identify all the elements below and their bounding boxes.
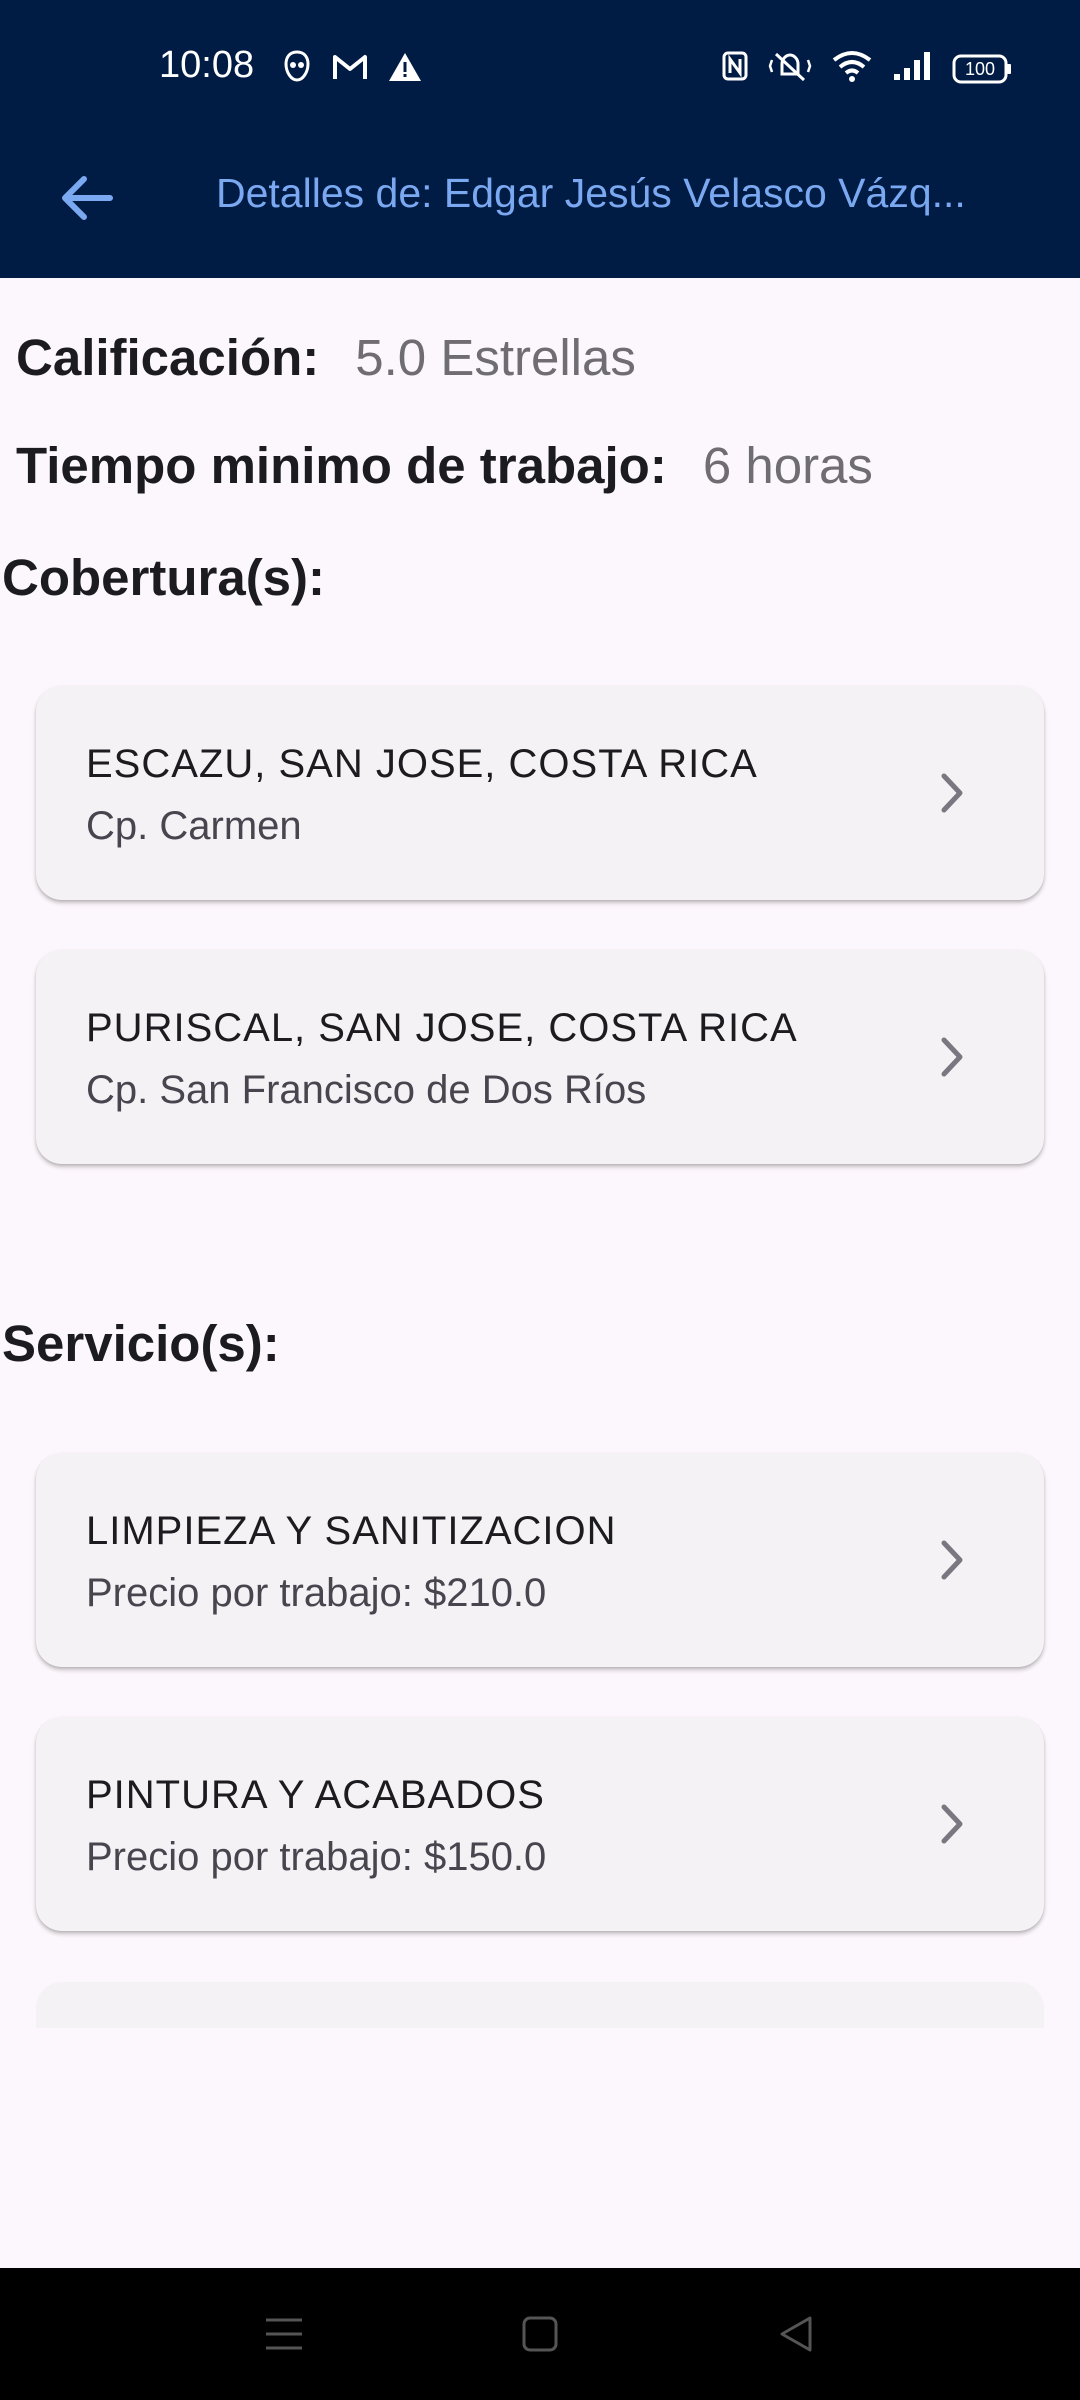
chevron-right-icon	[941, 773, 963, 813]
coverage-card[interactable]: PURISCAL, SAN JOSE, COSTA RICA Cp. San F…	[36, 950, 1044, 1164]
wifi-icon	[832, 50, 872, 87]
rating-label: Calificación:	[16, 329, 320, 386]
coverage-card-subtitle: Cp. Carmen	[86, 804, 302, 848]
service-card-price: Precio por trabajo: $210.0	[86, 1571, 547, 1615]
battery-level: 100	[964, 58, 996, 79]
services-title: Servicio(s):	[2, 1315, 280, 1372]
warning-icon	[388, 52, 422, 87]
page-title: Detalles de: Edgar Jesús Velasco Vázq...	[216, 170, 966, 216]
back-button[interactable]	[46, 158, 126, 238]
chevron-right-icon	[941, 1804, 963, 1844]
min-time-row: Tiempo minimo de trabajo: 6 horas	[16, 436, 873, 495]
back-triangle-icon	[780, 2316, 812, 2352]
recent-apps-button[interactable]	[254, 2304, 314, 2364]
gmail-icon	[332, 53, 368, 86]
rating-value: 5.0 Estrellas	[355, 329, 636, 386]
coverage-title: Cobertura(s):	[2, 549, 326, 606]
service-card[interactable]: LIMPIEZA Y SANITIZACION Precio por traba…	[36, 1453, 1044, 1667]
nav-back-button[interactable]	[766, 2304, 826, 2364]
service-card-title: PINTURA Y ACABADOS	[86, 1773, 545, 1817]
status-bar: 10:08 100	[0, 0, 1080, 136]
vibrate-icon	[768, 50, 812, 87]
arrow-left-icon	[62, 176, 113, 220]
coverage-card-subtitle: Cp. San Francisco de Dos Ríos	[86, 1068, 647, 1112]
rating-row: Calificación: 5.0 Estrellas	[16, 328, 636, 387]
app-notification-icon	[282, 50, 312, 89]
coverage-card-title: ESCAZU, SAN JOSE, COSTA RICA	[86, 742, 758, 786]
coverage-card-title: PURISCAL, SAN JOSE, COSTA RICA	[86, 1006, 798, 1050]
signal-icon	[892, 50, 932, 87]
battery-icon: 100	[952, 54, 1012, 84]
home-button[interactable]	[510, 2304, 570, 2364]
service-card-partial[interactable]	[36, 1982, 1044, 2028]
service-card[interactable]: PINTURA Y ACABADOS Precio por trabajo: $…	[36, 1717, 1044, 1931]
chevron-right-icon	[941, 1037, 963, 1077]
system-nav-bar	[0, 2268, 1080, 2400]
status-time: 10:08	[159, 44, 255, 86]
min-time-label: Tiempo minimo de trabajo:	[16, 437, 667, 494]
app-bar: Detalles de: Edgar Jesús Velasco Vázq...	[0, 136, 1080, 278]
menu-icon	[266, 2318, 302, 2350]
chevron-right-icon	[941, 1540, 963, 1580]
nfc-icon	[722, 51, 748, 86]
home-icon	[522, 2316, 558, 2352]
service-card-title: LIMPIEZA Y SANITIZACION	[86, 1509, 617, 1553]
min-time-value: 6 horas	[702, 437, 873, 494]
coverage-card[interactable]: ESCAZU, SAN JOSE, COSTA RICA Cp. Carmen	[36, 686, 1044, 900]
service-card-price: Precio por trabajo: $150.0	[86, 1835, 547, 1879]
